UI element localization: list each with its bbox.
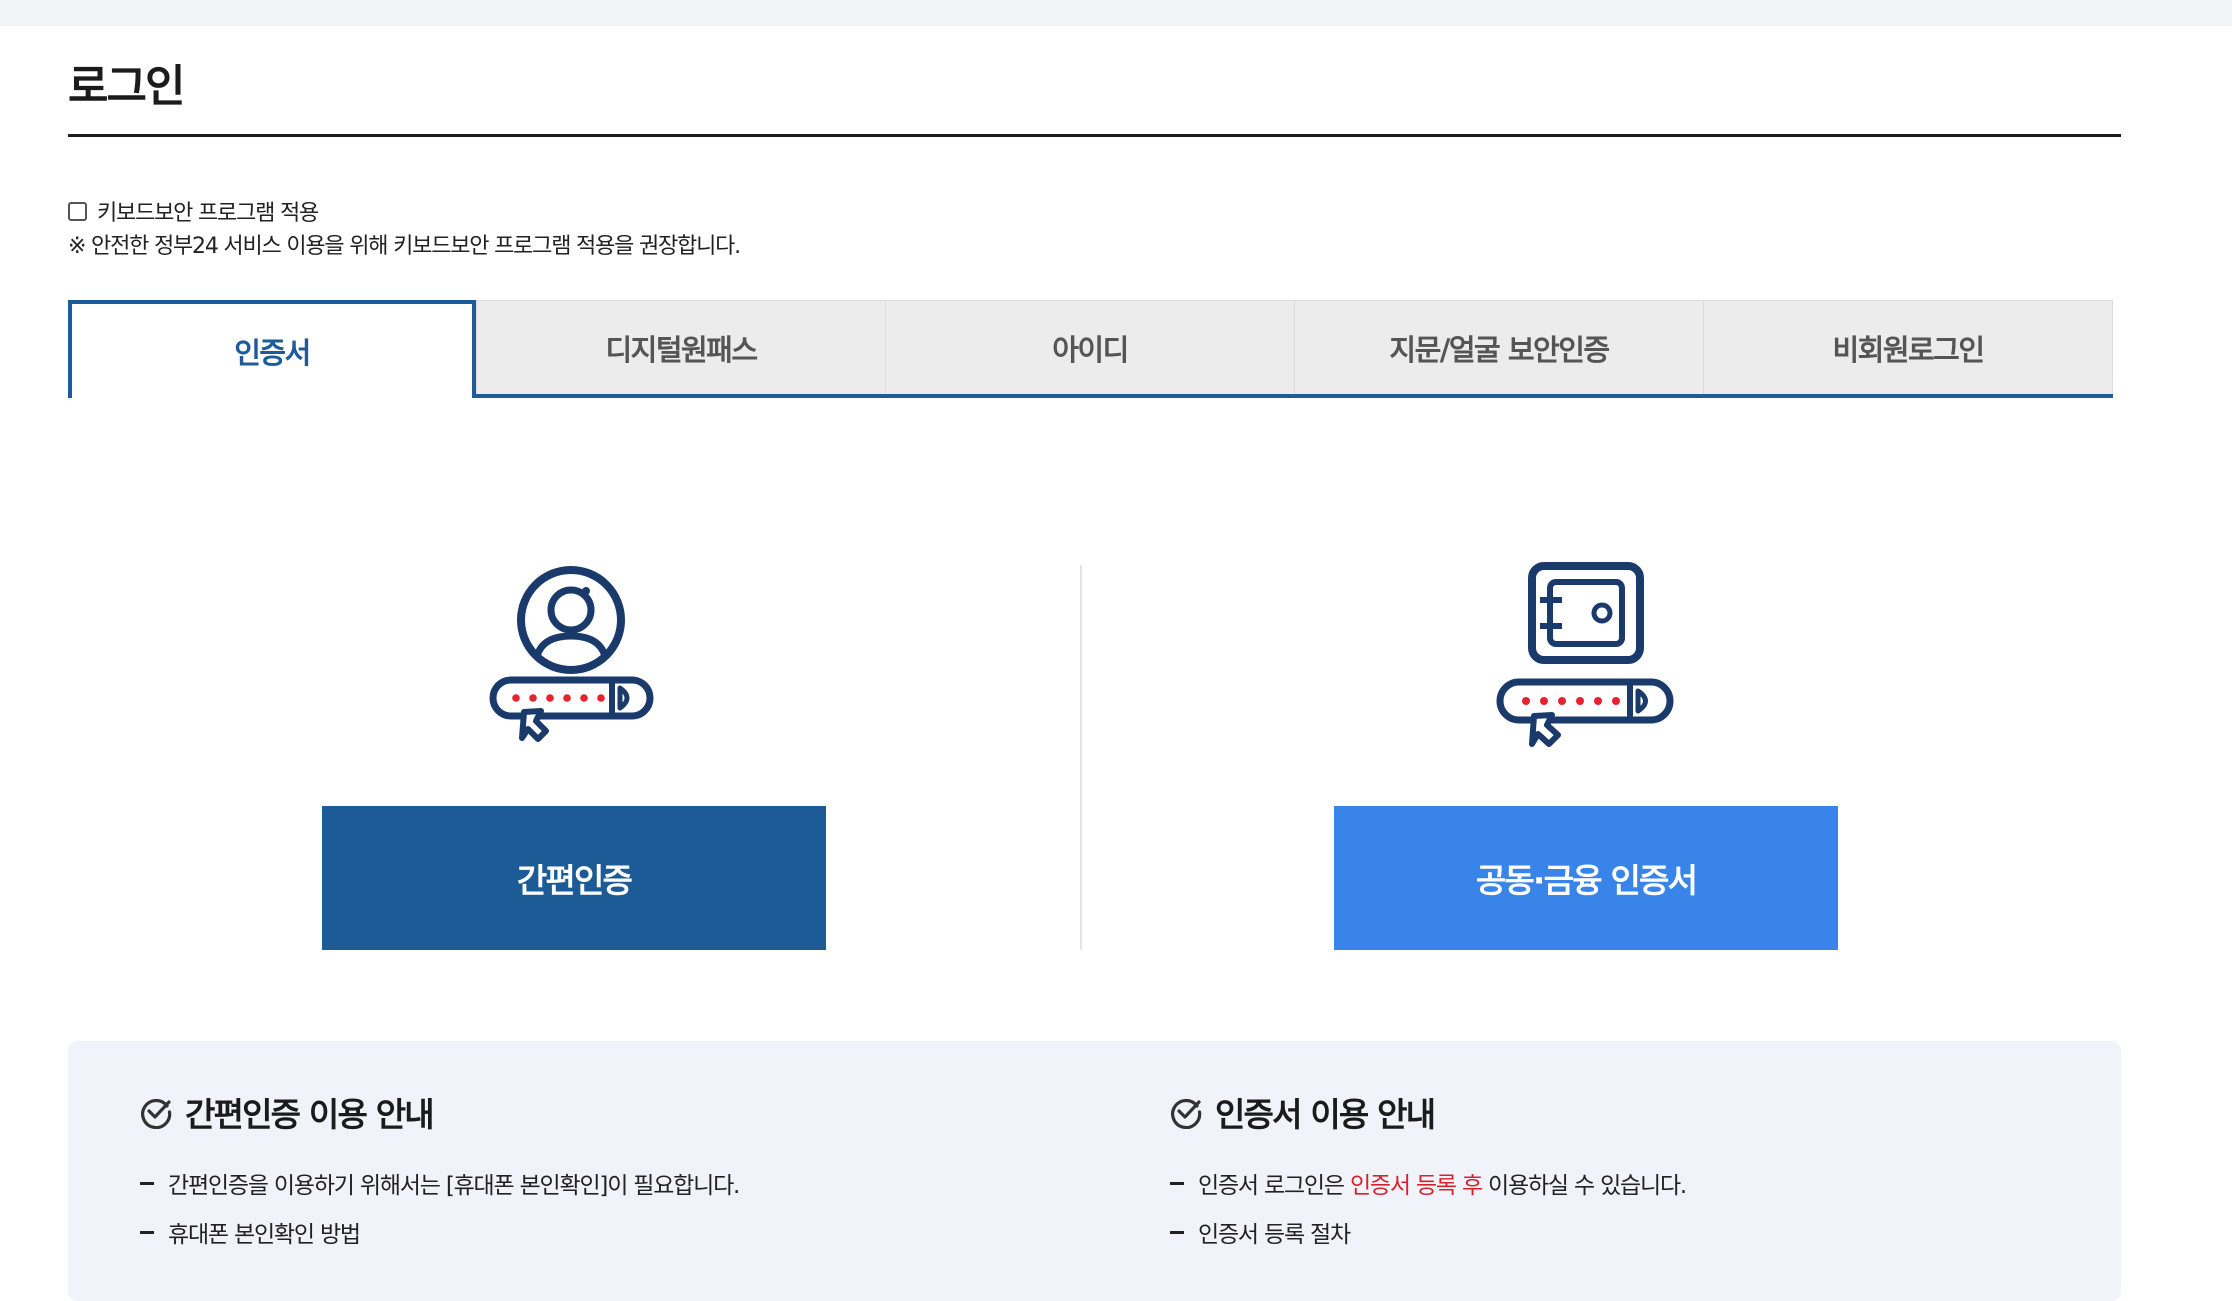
guide-item-text: 간편인증을 이용하기 위해서는 [휴대폰 본인확인]이 필요합니다. — [168, 1173, 740, 1199]
certificate-registration-highlight: 인증서 등록 후 — [1349, 1173, 1483, 1199]
dash-bullet — [1170, 1230, 1184, 1234]
tab-id[interactable]: 아이디 — [885, 300, 1294, 394]
simple-auth-guide-title: 간편인증 이용 안내 — [139, 1088, 435, 1136]
check-circle-icon — [141, 1098, 172, 1129]
keyboard-security-checkbox[interactable] — [68, 201, 87, 221]
keyboard-security-label[interactable]: 키보드보안 프로그램 적용 — [97, 195, 319, 227]
user-password-icon — [489, 566, 654, 742]
dash-bullet — [140, 1230, 154, 1234]
check-circle-icon — [1171, 1098, 1202, 1129]
dash-bullet — [1170, 1181, 1184, 1185]
tab-guest-login[interactable]: 비회원로그인 — [1703, 300, 2113, 394]
list-item: 휴대폰 본인확인 방법 — [140, 1215, 361, 1249]
page-title: 로그인 — [68, 61, 185, 112]
tab-certificate[interactable]: 인증서 — [68, 300, 476, 398]
simple-auth-button[interactable]: 간편인증 — [322, 806, 826, 950]
simple-auth-guide-heading: 간편인증 이용 안내 — [185, 1095, 435, 1134]
guide-item-text: 인증서 로그인은 인증서 등록 후 이용하실 수 있습니다. — [1198, 1173, 1687, 1199]
list-item: 인증서 등록 절차 — [1170, 1215, 1351, 1249]
certificate-guide-heading: 인증서 이용 안내 — [1215, 1095, 1436, 1134]
guide-item-text: 휴대폰 본인확인 방법 — [168, 1222, 361, 1248]
keyboard-security-note: ※ 안전한 정부24 서비스 이용을 위해 키보드보안 프로그램 적용을 권장합… — [68, 234, 741, 259]
list-item: 인증서 로그인은 인증서 등록 후 이용하실 수 있습니다. — [1170, 1166, 1687, 1200]
guide-panel: 간편인증 이용 안내 간편인증을 이용하기 위해서는 [휴대폰 본인확인]이 필… — [68, 1041, 2121, 1301]
guide-item-text: 인증서 등록 절차 — [1198, 1222, 1351, 1248]
dash-bullet — [140, 1181, 154, 1185]
safe-password-icon — [1496, 562, 1674, 747]
tab-biometric[interactable]: 지문/얼굴 보안인증 — [1294, 300, 1703, 394]
options-divider — [1080, 565, 1082, 950]
top-band — [0, 0, 2232, 26]
certificate-guide-title: 인증서 이용 안내 — [1169, 1088, 1436, 1136]
keyboard-security-option[interactable]: 키보드보안 프로그램 적용 — [68, 195, 319, 227]
title-divider — [68, 134, 2121, 137]
login-method-tabs: 인증서 디지털원패스 아이디 지문/얼굴 보안인증 비회원로그인 — [68, 300, 2113, 398]
tab-digital-onepass[interactable]: 디지털원패스 — [476, 300, 885, 394]
list-item: 간편인증을 이용하기 위해서는 [휴대폰 본인확인]이 필요합니다. — [140, 1166, 740, 1200]
certificate-login-button[interactable]: 공동·금융 인증서 — [1334, 806, 1838, 950]
